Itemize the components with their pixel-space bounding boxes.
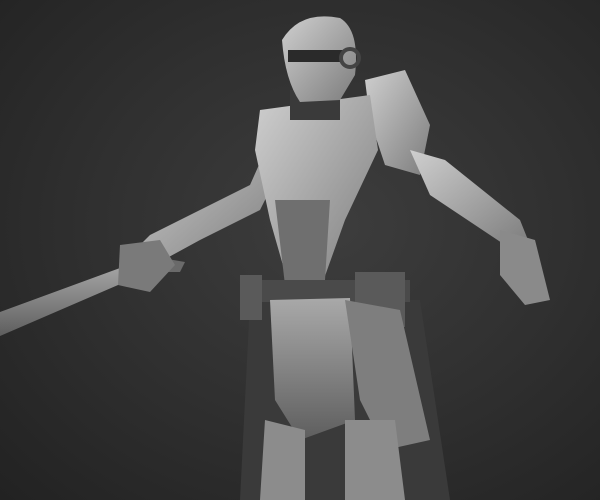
abdomen: [275, 200, 330, 285]
armored-knight-render: [0, 16, 550, 500]
visor: [288, 50, 343, 62]
right-leg: [260, 420, 305, 500]
left-leg: [345, 420, 405, 500]
render-viewport: [0, 0, 600, 500]
right-pouch: [240, 275, 262, 320]
left-arm: [410, 150, 530, 245]
left-gauntlet: [500, 230, 550, 305]
